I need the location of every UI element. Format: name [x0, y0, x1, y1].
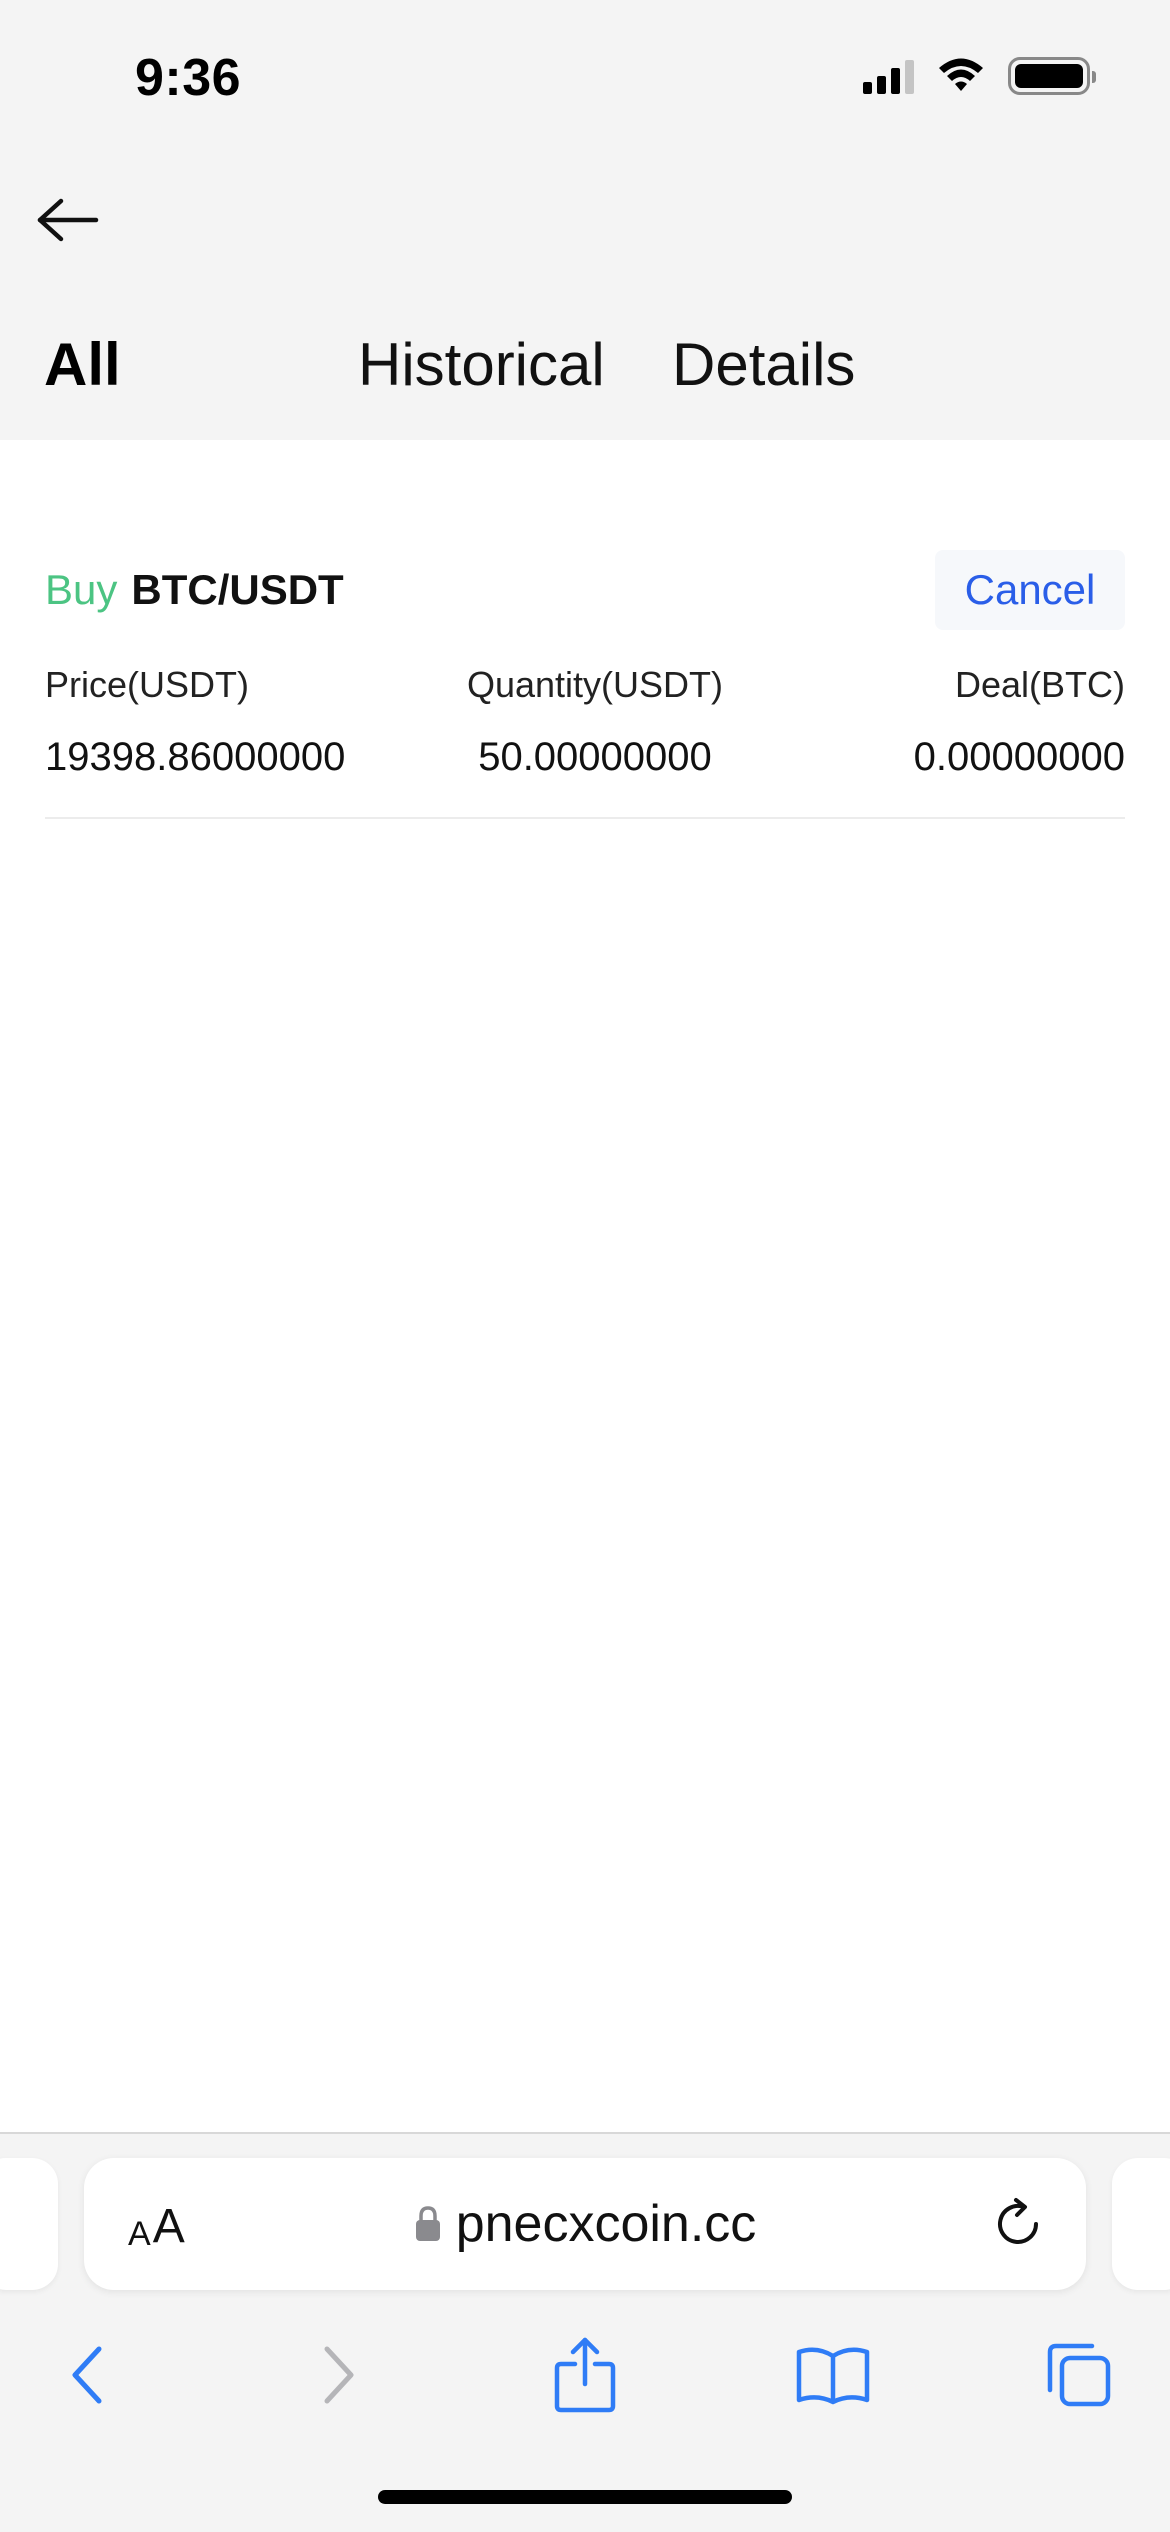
- deal-label: Deal(BTC): [954, 664, 1125, 705]
- tab-all[interactable]: All: [44, 320, 121, 410]
- price-value: 19398.86000000: [45, 735, 346, 779]
- lock-icon: [415, 2206, 440, 2241]
- text-size-button[interactable]: AA: [128, 2194, 185, 2254]
- order-side: Buy: [45, 566, 118, 613]
- next-tab-card[interactable]: [1112, 2158, 1170, 2290]
- tabs-icon: [1047, 2343, 1111, 2407]
- order-tabs: All Historical Details: [0, 320, 1170, 410]
- bookmarks-icon: [796, 2347, 870, 2405]
- home-indicator: [378, 2490, 792, 2504]
- browser-nav-row: [0, 2320, 1170, 2430]
- tabs-button[interactable]: [1024, 2320, 1134, 2430]
- arrow-left-icon: [37, 198, 99, 242]
- status-time: 9:36: [135, 49, 242, 107]
- reload-button[interactable]: [986, 2192, 1050, 2256]
- order-item: Buy BTC/USDT Cancel Price(USDT) Quantity…: [45, 545, 1125, 819]
- trading-pair: BTC/USDT: [131, 566, 344, 613]
- price-label: Price(USDT): [45, 664, 249, 705]
- tab-historical[interactable]: Historical: [358, 320, 605, 410]
- share-button[interactable]: [530, 2320, 640, 2430]
- browser-back-button[interactable]: [32, 2320, 142, 2430]
- tab-details[interactable]: Details: [672, 320, 855, 410]
- order-values: 19398.86000000 50.00000000 0.00000000: [45, 727, 1125, 787]
- deal-value: 0.00000000: [913, 735, 1125, 779]
- cellular-signal-icon: [863, 58, 914, 94]
- quantity-value: 50.00000000: [478, 735, 712, 779]
- status-icons: [863, 56, 1096, 96]
- browser-forward-button[interactable]: [284, 2320, 394, 2430]
- battery-icon: [1008, 57, 1096, 95]
- safari-toolbar: pnecxcoin.cc AA: [0, 2134, 1170, 2532]
- text-size-large-a: A: [152, 2200, 185, 2253]
- reload-icon: [998, 2198, 1038, 2244]
- bookmarks-button[interactable]: [778, 2320, 888, 2430]
- order-column-labels: Price(USDT) Quantity(USDT) Deal(BTC): [45, 655, 1125, 715]
- address-bar[interactable]: pnecxcoin.cc AA: [84, 2158, 1086, 2290]
- cancel-order-button[interactable]: Cancel: [935, 550, 1125, 630]
- back-button[interactable]: [30, 190, 104, 250]
- back-chevron-icon: [72, 2346, 102, 2404]
- share-icon: [554, 2337, 616, 2413]
- wifi-icon: [939, 58, 983, 91]
- url-field[interactable]: pnecxcoin.cc: [84, 2158, 1086, 2290]
- forward-chevron-icon: [324, 2346, 354, 2404]
- previous-tab-card[interactable]: [0, 2158, 58, 2290]
- quantity-label: Quantity(USDT): [466, 664, 724, 705]
- text-size-small-a: A: [128, 2215, 151, 2253]
- url-text: pnecxcoin.cc: [455, 2195, 757, 2253]
